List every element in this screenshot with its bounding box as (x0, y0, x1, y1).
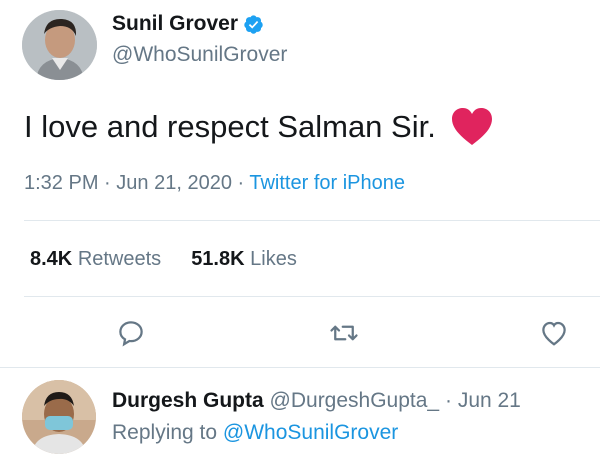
author-avatar[interactable] (22, 10, 97, 80)
author-name-row[interactable]: Sunil Grover (112, 12, 264, 36)
retweets-count: 8.4K (30, 248, 73, 270)
tweet-time[interactable]: 1:32 PM (24, 172, 98, 194)
reply-date[interactable]: Jun 21 (458, 389, 521, 412)
reply-display-name[interactable]: Durgesh Gupta (112, 389, 264, 412)
reply-header: Durgesh Gupta @DurgeshGupta_ · Jun 21 (112, 389, 521, 413)
meta-separator: · (104, 172, 111, 194)
author-handle[interactable]: @WhoSunilGrover (112, 43, 287, 67)
likes-count: 51.8K (191, 248, 245, 270)
retweet-icon (330, 325, 358, 341)
retweet-button[interactable] (327, 316, 361, 350)
divider (24, 296, 600, 297)
tweet-text: I love and respect Salman Sir. (24, 107, 494, 147)
reply-avatar[interactable] (22, 380, 96, 454)
divider (24, 220, 600, 221)
replying-to-mention[interactable]: @WhoSunilGrover (223, 421, 398, 444)
retweets-stat[interactable]: 8.4K Retweets (30, 248, 161, 271)
likes-stat[interactable]: 51.8K Likes (191, 248, 297, 271)
reply-button[interactable] (114, 316, 148, 350)
verified-badge-icon (243, 14, 264, 35)
reply-separator: · (444, 389, 452, 412)
reply-divider (0, 367, 600, 368)
like-icon (542, 321, 566, 346)
tweet-date[interactable]: Jun 21, 2020 (116, 172, 232, 194)
replying-to-line: Replying to @WhoSunilGrover (112, 421, 398, 445)
like-button[interactable] (537, 316, 571, 350)
author-display-name[interactable]: Sunil Grover (112, 12, 238, 36)
reply-handle[interactable]: @DurgeshGupta_ (270, 389, 440, 412)
tweet-text-content: I love and respect Salman Sir. (24, 109, 436, 144)
reply-icon (119, 321, 143, 347)
replying-to-label: Replying to (112, 421, 218, 444)
tweet-source-link[interactable]: Twitter for iPhone (249, 172, 405, 194)
meta-separator: · (237, 172, 245, 194)
likes-label: Likes (250, 248, 297, 270)
tweet-stats: 8.4K Retweets 51.8K Likes (30, 248, 327, 271)
heart-emoji-icon (450, 107, 494, 147)
tweet-meta: 1:32 PM · Jun 21, 2020 · Twitter for iPh… (24, 172, 405, 195)
retweets-label: Retweets (77, 248, 162, 270)
